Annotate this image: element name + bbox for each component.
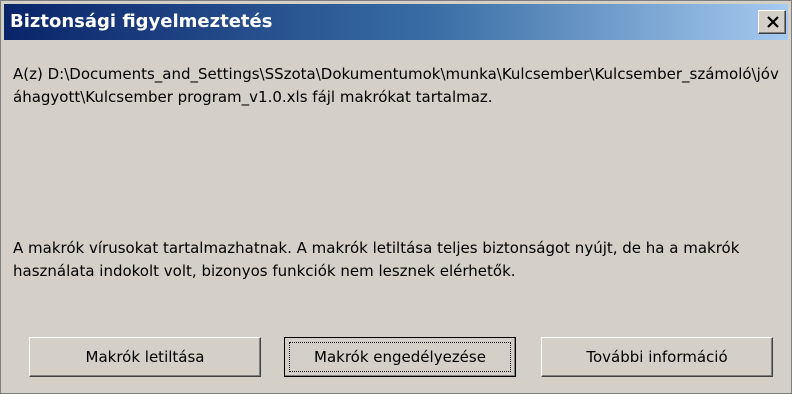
more-info-button[interactable]: További információ bbox=[541, 337, 773, 377]
macro-warning-text: A makrók vírusokat tartalmazhatnak. A ma… bbox=[13, 239, 740, 280]
close-icon bbox=[767, 16, 779, 28]
disable-macros-label: Makrók letiltása bbox=[85, 348, 205, 366]
title-bar[interactable]: Biztonsági figyelmeztetés bbox=[4, 4, 788, 40]
disable-macros-button[interactable]: Makrók letiltása bbox=[29, 337, 261, 377]
close-button[interactable] bbox=[758, 10, 786, 34]
dialog-title: Biztonsági figyelmeztetés bbox=[10, 11, 273, 32]
enable-macros-label: Makrók engedélyezése bbox=[314, 348, 486, 366]
security-warning-dialog: Biztonsági figyelmeztetés A(z) D:\Docume… bbox=[0, 0, 792, 394]
enable-macros-button[interactable]: Makrók engedélyezése bbox=[284, 337, 516, 377]
file-notice-text: A(z) D:\Documents_and_Settings\SSzota\Do… bbox=[13, 65, 779, 106]
more-info-label: További információ bbox=[586, 348, 728, 366]
